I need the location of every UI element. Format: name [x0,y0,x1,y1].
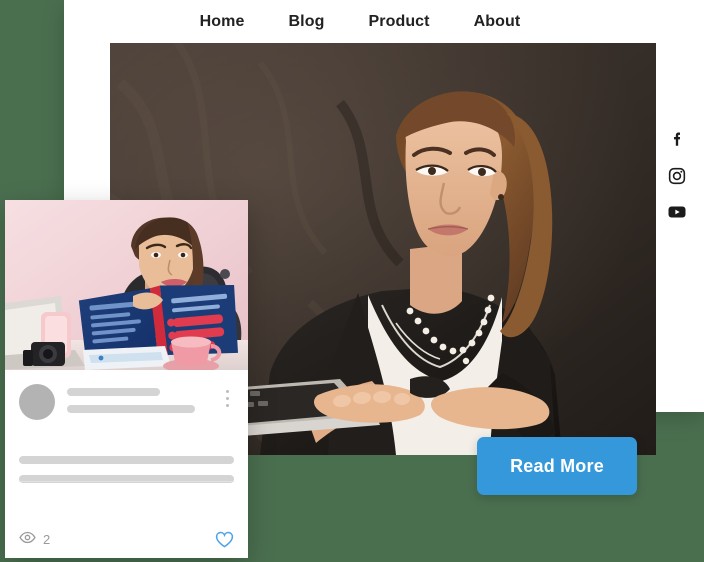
card-header-placeholder-lines [67,384,208,413]
view-count-value: 2 [43,531,51,547]
youtube-icon[interactable] [667,202,687,222]
instagram-icon[interactable] [667,166,687,186]
main-navigation: Home Blog Product About [64,0,656,43]
card-divider [19,481,234,482]
avatar [19,384,55,420]
nav-item-home[interactable]: Home [200,13,245,31]
eye-icon [19,531,36,547]
blog-post-card[interactable]: 2 [5,200,248,558]
placeholder-bar [19,456,234,464]
mockup-stage: Home Blog Product About Read More 2 [0,0,704,562]
heart-icon[interactable] [215,531,234,548]
read-more-button[interactable]: Read More [477,437,637,495]
kebab-menu-icon[interactable] [220,384,234,407]
placeholder-bar [67,405,196,413]
nav-item-product[interactable]: Product [368,13,429,31]
nav-item-blog[interactable]: Blog [289,13,325,31]
card-photo [5,200,248,370]
view-count[interactable]: 2 [19,531,50,547]
facebook-icon[interactable] [667,130,687,150]
card-content-placeholder-lines [19,456,234,483]
card-body [5,370,248,520]
nav-item-about[interactable]: About [474,13,521,31]
social-links [664,130,690,222]
placeholder-bar [67,388,161,396]
card-footer: 2 [5,520,248,558]
card-header [19,384,234,420]
